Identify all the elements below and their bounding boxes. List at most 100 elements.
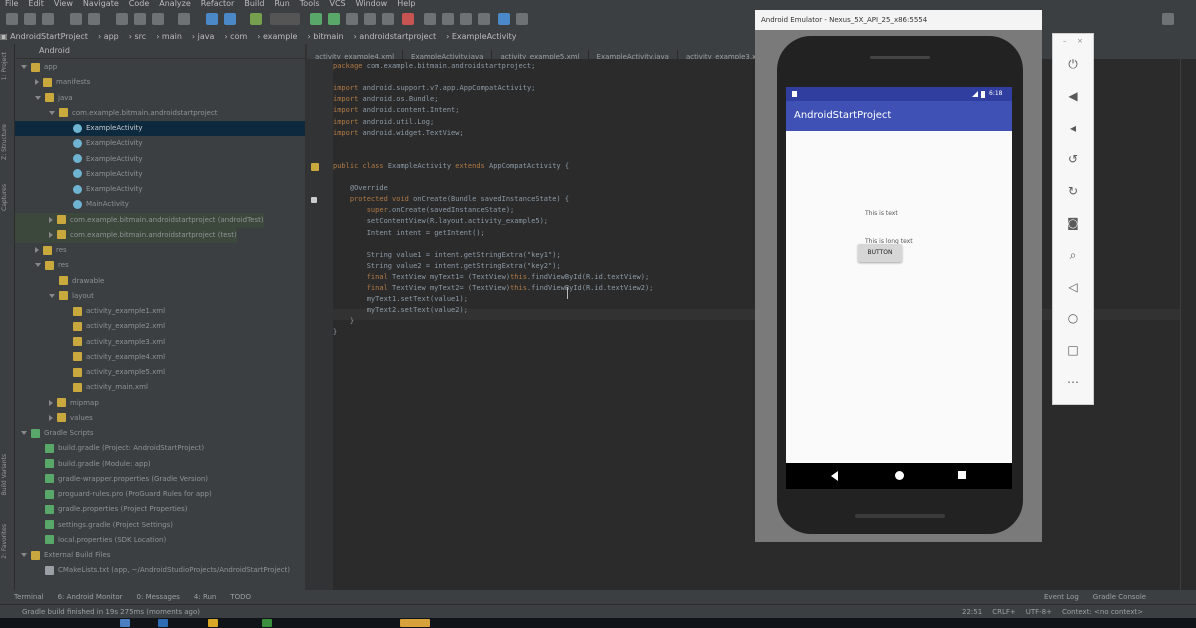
tree-item[interactable]: Gradle Scripts — [15, 426, 93, 441]
tree-item[interactable]: activity_example5.xml — [15, 365, 165, 380]
breadcrumb-item[interactable]: › androidstartproject — [354, 32, 437, 41]
menu-run[interactable]: Run — [274, 0, 289, 8]
tree-item[interactable]: com.example.bitmain.androidstartproject — [15, 106, 218, 121]
favorites-tool-tab[interactable]: 2: Favorites — [1, 524, 13, 559]
tree-item[interactable]: ExampleActivity — [15, 121, 305, 136]
volume-up-icon[interactable]: ◀ — [1065, 88, 1081, 104]
power-icon[interactable]: ⏻ — [1065, 56, 1081, 72]
nav-overview-icon[interactable] — [958, 471, 966, 479]
android-device-monitor-icon[interactable] — [460, 13, 472, 25]
breadcrumb-item[interactable]: › com — [224, 32, 247, 41]
expand-arrow-icon[interactable] — [49, 110, 55, 115]
tree-item[interactable]: local.properties (SDK Location) — [15, 533, 166, 548]
stop-icon[interactable] — [402, 13, 414, 25]
forward-nav-icon[interactable] — [224, 13, 236, 25]
class-marker-icon[interactable] — [311, 163, 319, 171]
menu-window[interactable]: Window — [356, 0, 388, 8]
project-structure-icon[interactable] — [478, 13, 490, 25]
back-icon[interactable]: ◁ — [1065, 279, 1081, 295]
android-icon[interactable] — [516, 13, 528, 25]
project-tool-tab[interactable]: 1: Project — [1, 52, 13, 80]
editor-scrollbar[interactable] — [1180, 59, 1196, 590]
bottom-tool-tab[interactable]: TODO — [230, 593, 251, 601]
expand-arrow-icon[interactable] — [49, 293, 55, 298]
redo-icon[interactable] — [88, 13, 100, 25]
menu-build[interactable]: Build — [244, 0, 264, 8]
editor-tab[interactable]: activity_example5.xml — [492, 50, 589, 59]
status-item[interactable]: UTF-8+ — [1026, 608, 1052, 616]
rotate-right-icon[interactable]: ↻ — [1065, 183, 1081, 199]
tree-item[interactable]: proguard-rules.pro (ProGuard Rules for a… — [15, 487, 212, 502]
tree-item[interactable]: java — [15, 91, 73, 106]
bottom-tool-tab[interactable]: 4: Run — [194, 593, 216, 601]
tree-item[interactable]: build.gradle (Project: AndroidStartProje… — [15, 441, 204, 456]
expand-arrow-icon[interactable] — [21, 553, 27, 557]
menu-navigate[interactable]: Navigate — [83, 0, 119, 8]
menu-file[interactable]: File — [5, 0, 18, 8]
override-marker-icon[interactable] — [311, 197, 317, 203]
tree-item[interactable]: res — [15, 243, 67, 258]
editor-tab[interactable]: ExampleActivity.java — [403, 50, 493, 59]
bottom-tool-tab[interactable]: Gradle Console — [1093, 593, 1146, 601]
expand-arrow-icon[interactable] — [21, 65, 27, 69]
breadcrumb-item[interactable]: › example — [257, 32, 297, 41]
save-icon[interactable] — [24, 13, 36, 25]
attach-debugger-icon[interactable] — [364, 13, 376, 25]
avd-manager-icon[interactable] — [442, 13, 454, 25]
expand-arrow-icon[interactable] — [35, 95, 41, 100]
taskbar-folder-icon[interactable] — [208, 619, 218, 627]
menu-analyze[interactable]: Analyze — [159, 0, 191, 8]
tree-item[interactable]: activity_example1.xml — [15, 304, 165, 319]
bottom-tool-tab[interactable]: Terminal — [14, 593, 44, 601]
menu-vcs[interactable]: VCS — [330, 0, 346, 8]
build-variants-tool-tab[interactable]: Build Variants — [1, 454, 13, 495]
make-project-icon[interactable] — [250, 13, 262, 25]
tree-item[interactable]: layout — [15, 289, 94, 304]
tree-item[interactable]: com.example.bitmain.androidstartproject … — [15, 227, 237, 243]
run-config-select[interactable] — [270, 13, 300, 25]
captures-tool-tab[interactable]: Captures — [1, 184, 13, 211]
editor-tab[interactable]: ExampleActivity.java — [589, 50, 678, 59]
project-view-selector[interactable]: Android — [15, 44, 305, 59]
sdk-manager-icon[interactable] — [424, 13, 436, 25]
status-item[interactable]: 22:51 — [962, 608, 982, 616]
taskbar-app-icon[interactable] — [158, 619, 168, 627]
tree-item[interactable]: ExampleActivity — [15, 136, 143, 151]
tree-item[interactable]: activity_main.xml — [15, 380, 148, 395]
tree-item[interactable]: build.gradle (Module: app) — [15, 457, 151, 472]
menu-refactor[interactable]: Refactor — [201, 0, 235, 8]
nav-home-icon[interactable] — [895, 471, 904, 480]
app-button[interactable]: BUTTON — [858, 244, 902, 262]
open-folder-icon[interactable] — [6, 13, 18, 25]
home-icon[interactable]: ○ — [1065, 310, 1081, 326]
collapse-arrow-icon[interactable] — [35, 247, 39, 253]
tree-item[interactable]: values — [15, 411, 93, 426]
tree-item[interactable]: activity_example4.xml — [15, 350, 165, 365]
tree-item[interactable]: res — [15, 258, 69, 273]
breadcrumb-item[interactable]: › main — [156, 32, 182, 41]
tree-item[interactable]: ExampleActivity — [15, 167, 143, 182]
back-nav-icon[interactable] — [206, 13, 218, 25]
collapse-arrow-icon[interactable] — [49, 399, 53, 406]
menu-help[interactable]: Help — [397, 0, 415, 8]
nav-back-icon[interactable] — [831, 471, 838, 481]
taskbar-studio-icon[interactable] — [262, 619, 272, 627]
expand-arrow-icon[interactable] — [21, 431, 27, 435]
breadcrumb-item[interactable]: › java — [192, 32, 215, 41]
rotate-left-icon[interactable]: ↺ — [1065, 151, 1081, 167]
cut-icon[interactable] — [116, 13, 128, 25]
breadcrumb-item[interactable]: › app — [98, 32, 119, 41]
volume-down-icon[interactable]: ◂ — [1065, 120, 1081, 136]
collapse-arrow-icon[interactable] — [49, 216, 53, 223]
tree-item[interactable]: gradle-wrapper.properties (Gradle Versio… — [15, 472, 208, 487]
emulator-minimize-icon[interactable]: – — [1063, 37, 1067, 45]
menu-code[interactable]: Code — [129, 0, 149, 8]
search-everywhere-icon[interactable] — [1162, 13, 1174, 25]
menu-edit[interactable]: Edit — [28, 0, 44, 8]
collapse-arrow-icon[interactable] — [49, 231, 53, 238]
device-screen[interactable]: 6:18 AndroidStartProject This is text Th… — [786, 87, 1012, 489]
editor-gutter[interactable] — [307, 59, 333, 590]
taskbar-active-icon[interactable] — [400, 619, 430, 627]
tree-item[interactable]: manifests — [15, 75, 90, 90]
expand-arrow-icon[interactable] — [35, 263, 41, 268]
